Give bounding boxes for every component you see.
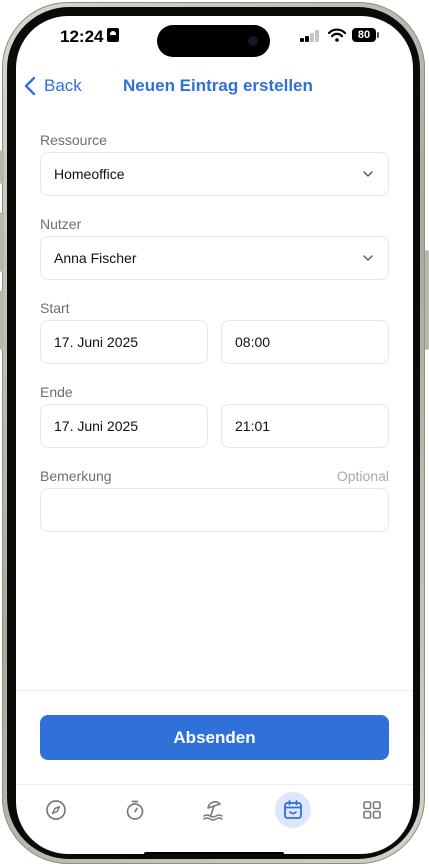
calendar-icon bbox=[284, 800, 302, 819]
chevron-down-icon bbox=[363, 171, 373, 177]
end-time-value: 21:01 bbox=[235, 418, 271, 434]
page-title: Neuen Eintrag erstellen bbox=[123, 76, 313, 95]
user-label: Nutzer bbox=[40, 216, 82, 232]
chevron-left-icon bbox=[24, 76, 36, 96]
start-time-value: 08:00 bbox=[235, 334, 271, 350]
contact-card-icon bbox=[107, 28, 119, 42]
power-button bbox=[425, 250, 429, 350]
status-time: 12:24 bbox=[60, 27, 104, 46]
grid-icon bbox=[363, 801, 381, 819]
optional-hint: Optional bbox=[336, 468, 389, 484]
compass-icon bbox=[46, 800, 66, 820]
action-button bbox=[0, 150, 4, 184]
end-date-value: 17. Juni 2025 bbox=[54, 418, 139, 434]
start-date-field[interactable]: 17. Juni 2025 bbox=[40, 320, 208, 364]
tab-compass[interactable] bbox=[38, 792, 74, 828]
user-value: Anna Fischer bbox=[54, 250, 137, 266]
stopwatch-icon bbox=[126, 800, 144, 820]
end-date-field[interactable]: 17. Juni 2025 bbox=[40, 404, 208, 448]
submit-button[interactable]: Absenden bbox=[40, 715, 389, 760]
volume-up-button bbox=[0, 212, 4, 272]
tabbar-divider bbox=[16, 784, 413, 785]
back-label: Back bbox=[44, 76, 82, 95]
tab-calendar[interactable] bbox=[275, 792, 311, 828]
dynamic-island bbox=[157, 25, 270, 57]
end-label: Ende bbox=[40, 384, 73, 400]
resource-select[interactable]: Homeoffice bbox=[40, 152, 389, 196]
resource-label: Ressource bbox=[40, 132, 107, 148]
screen: 12:24 80 Back Neuen Eintrag erstellen Re… bbox=[16, 16, 413, 854]
start-date-value: 17. Juni 2025 bbox=[54, 334, 139, 350]
beach-icon bbox=[203, 801, 223, 821]
wifi-icon bbox=[328, 28, 346, 42]
remark-input[interactable] bbox=[40, 488, 389, 532]
chevron-down-icon bbox=[363, 255, 373, 261]
resource-value: Homeoffice bbox=[54, 166, 125, 182]
camera-icon bbox=[248, 36, 258, 46]
back-button[interactable]: Back bbox=[24, 74, 82, 98]
battery-indicator: 80 bbox=[352, 28, 379, 42]
tab-beach[interactable] bbox=[196, 792, 232, 828]
end-time-field[interactable]: 21:01 bbox=[221, 404, 389, 448]
remark-label: Bemerkung bbox=[40, 468, 112, 484]
tab-stopwatch[interactable] bbox=[117, 792, 153, 828]
user-select[interactable]: Anna Fischer bbox=[40, 236, 389, 280]
signal-icon bbox=[300, 30, 322, 42]
volume-down-button bbox=[0, 290, 4, 350]
footer-divider bbox=[16, 690, 413, 691]
tab-more[interactable] bbox=[354, 792, 390, 828]
start-label: Start bbox=[40, 300, 70, 316]
start-time-field[interactable]: 08:00 bbox=[221, 320, 389, 364]
home-indicator[interactable] bbox=[144, 852, 284, 854]
